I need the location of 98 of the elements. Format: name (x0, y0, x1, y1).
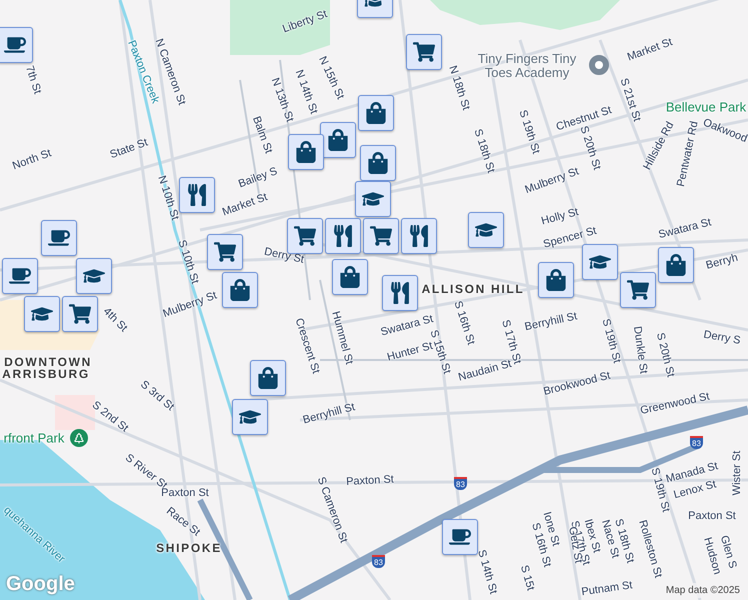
street-label: Bailey S (236, 164, 280, 192)
restaurant-marker[interactable] (401, 218, 437, 254)
area-label: ALLISON HILL (422, 281, 524, 298)
shop-marker[interactable] (538, 262, 574, 298)
highway-shield: 83 (372, 555, 385, 568)
cafe-marker[interactable] (2, 258, 38, 294)
street-label: S 3rd St (137, 377, 178, 416)
street-label: S 20th St (652, 331, 678, 379)
place-label: Tiny Fingers Tiny Toes Academy (478, 52, 576, 80)
shopping-bag-icon (339, 266, 361, 288)
park-label: rfront Park (4, 429, 64, 448)
shopping-bag-icon (295, 141, 317, 163)
school-marker[interactable] (468, 212, 504, 248)
highway-shield: 83 (454, 477, 467, 490)
shopping-bag-icon (665, 254, 687, 276)
street-label: Swatara St (656, 215, 714, 244)
restaurant-marker[interactable] (179, 177, 215, 213)
street-label: Putnam St (580, 578, 634, 600)
shopping-bag-icon (327, 129, 349, 151)
shop-marker[interactable] (320, 122, 356, 158)
street-label: 4th St (100, 304, 131, 336)
street-label: S 18th St (470, 126, 498, 176)
street-label: Derry S (702, 328, 742, 349)
grocery-marker[interactable] (207, 234, 243, 270)
shopping-cart-icon (370, 225, 392, 247)
shop-marker[interactable] (658, 247, 694, 283)
grocery-marker[interactable] (406, 34, 442, 70)
shop-marker[interactable] (250, 360, 286, 396)
street-label: S 19th St (598, 317, 624, 365)
street-label: State St (108, 135, 150, 164)
shop-marker[interactable] (288, 134, 324, 170)
highway-shield: 83 (690, 436, 703, 449)
street-label: Berryhill St (523, 309, 579, 336)
restaurant-marker[interactable] (382, 275, 418, 311)
street-label: Derry St (262, 244, 306, 268)
shopping-bag-icon (367, 152, 389, 174)
area-label: DOWNTOWN (4, 354, 92, 370)
street-label: Liberty St (280, 7, 330, 38)
grocery-marker[interactable] (620, 272, 656, 308)
street-label: Market St (220, 190, 270, 220)
street-label: Paxton St (688, 508, 736, 524)
fork-knife-icon (408, 225, 430, 247)
street-label: S 10th St (174, 238, 202, 286)
shopping-bag-icon (545, 269, 567, 291)
street-label: Berryh (704, 250, 740, 274)
street-label: Naudain St (456, 358, 513, 386)
street-label: Wister St (730, 450, 744, 496)
street-label: Rolleston St (635, 518, 666, 580)
shopping-bag-icon (257, 367, 279, 389)
shop-marker[interactable] (358, 95, 394, 131)
grocery-marker[interactable] (62, 296, 98, 332)
street-label: N 18th St (445, 64, 474, 112)
tree-icon (70, 429, 88, 447)
cafe-marker[interactable] (41, 220, 77, 256)
street-label: S 15t (516, 563, 538, 593)
street-label: N 10th St (154, 174, 182, 222)
shop-marker[interactable] (360, 145, 396, 181)
street-label: S 2nd St (88, 398, 132, 436)
fork-knife-icon (186, 184, 208, 206)
shopping-cart-icon (69, 303, 91, 325)
street-label: S 16th St (450, 298, 478, 348)
fork-knife-icon (332, 225, 354, 247)
street-label: Paxton St (346, 472, 394, 490)
street-label: S 14th St (474, 548, 500, 596)
shopping-cart-icon (627, 279, 649, 301)
park-label: Bellevue Park (666, 98, 746, 116)
shop-marker[interactable] (222, 272, 258, 308)
street-label: Market St (625, 35, 675, 66)
school-marker[interactable] (76, 258, 112, 294)
school-marker[interactable] (355, 181, 391, 217)
street-label: Dunkle St (630, 325, 650, 375)
area-label: ARRISBURG (2, 366, 90, 383)
cafe-marker[interactable] (0, 27, 33, 63)
shopping-bag-icon (365, 102, 387, 124)
cafe-marker[interactable] (442, 519, 478, 555)
school-marker[interactable] (24, 296, 60, 332)
shopping-cart-icon (413, 41, 435, 63)
street-label: Pentwater Rd (674, 120, 702, 188)
street-label: 7th St (22, 64, 44, 96)
street-label: Hummel St (328, 310, 356, 366)
location-pin-icon (589, 55, 609, 75)
street-label: Glen S (718, 534, 740, 570)
google-logo: Google (6, 572, 75, 596)
fork-knife-icon (389, 282, 411, 304)
restaurant-marker[interactable] (325, 218, 361, 254)
street-label: Berryhill St (301, 400, 357, 428)
street-label: S 19th St (516, 108, 543, 156)
school-marker[interactable] (232, 399, 268, 435)
shopping-bag-icon (229, 279, 251, 301)
area-label: SHIPOKE (156, 540, 222, 557)
grocery-marker[interactable] (363, 218, 399, 254)
shop-marker[interactable] (332, 259, 368, 295)
school-marker[interactable] (582, 244, 618, 280)
street-label: S 21st St (616, 76, 644, 124)
street-label: North St (10, 146, 54, 174)
shopping-cart-icon (294, 225, 316, 247)
street-label: Hunter St (385, 338, 434, 366)
shopping-cart-icon (214, 241, 236, 263)
